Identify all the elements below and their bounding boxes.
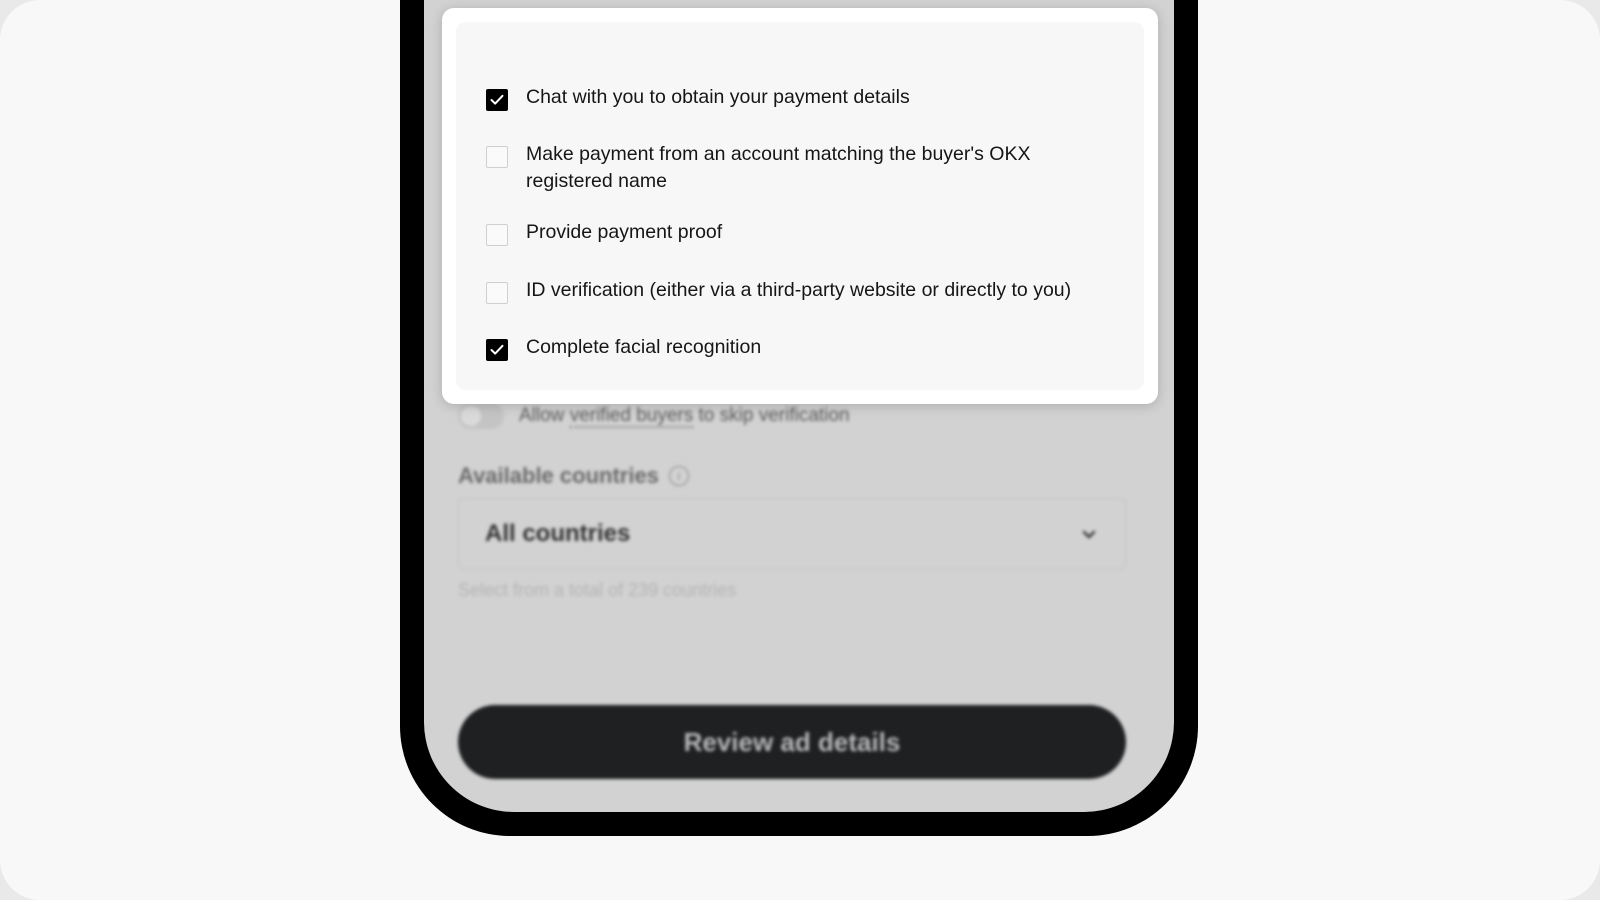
checkbox-chat-payment-details[interactable] xyxy=(486,89,508,111)
available-countries-text: Available countries xyxy=(458,463,659,488)
checkbox-id-verification[interactable] xyxy=(486,282,508,304)
toggle-knob xyxy=(461,406,481,426)
option-payment-proof[interactable]: Provide payment proof xyxy=(486,221,1122,246)
checkbox-matching-account-name[interactable] xyxy=(486,146,508,168)
checkbox-facial-recognition[interactable] xyxy=(486,339,508,361)
option-label: Chat with you to obtain your payment det… xyxy=(526,86,910,108)
option-facial-recognition[interactable]: Complete facial recognition xyxy=(486,336,1122,361)
option-id-verification[interactable]: ID verification (either via a third-part… xyxy=(486,279,1122,304)
option-label: Complete facial recognition xyxy=(526,336,762,358)
option-matching-account-name[interactable]: Make payment from an account matching th… xyxy=(486,143,1122,195)
skip-verification-label: Allow verified buyers to skip verificati… xyxy=(519,405,850,428)
checkbox-payment-proof[interactable] xyxy=(486,224,508,246)
option-label: Provide payment proof xyxy=(526,221,723,243)
verification-options-panel: Chat with you to obtain your payment det… xyxy=(456,22,1144,390)
verification-options-modal: Chat with you to obtain your payment det… xyxy=(442,8,1158,404)
toggle-label-pre: Allow xyxy=(519,405,570,426)
option-label: ID verification (either via a third-part… xyxy=(526,279,1072,301)
available-countries-label: Available countries i xyxy=(458,463,689,489)
skip-verification-row[interactable]: Allow verified buyers to skip verificati… xyxy=(458,403,850,429)
option-label: Make payment from an account matching th… xyxy=(526,143,1031,192)
info-icon[interactable]: i xyxy=(668,466,689,486)
option-chat-payment-details[interactable]: Chat with you to obtain your payment det… xyxy=(486,86,1122,111)
countries-helper-text: Select from a total of 239 countries xyxy=(458,580,737,600)
review-ad-details-button[interactable]: Review ad details xyxy=(458,705,1126,779)
countries-select-value: All countries xyxy=(485,520,631,547)
check-icon xyxy=(490,94,504,105)
countries-select[interactable]: All countries xyxy=(458,498,1126,570)
skip-verification-toggle[interactable] xyxy=(458,403,504,429)
verified-buyers-link[interactable]: verified buyers xyxy=(569,405,694,428)
check-icon xyxy=(490,344,504,355)
chevron-down-icon xyxy=(1082,530,1096,539)
toggle-label-post: to skip verification xyxy=(693,405,850,426)
